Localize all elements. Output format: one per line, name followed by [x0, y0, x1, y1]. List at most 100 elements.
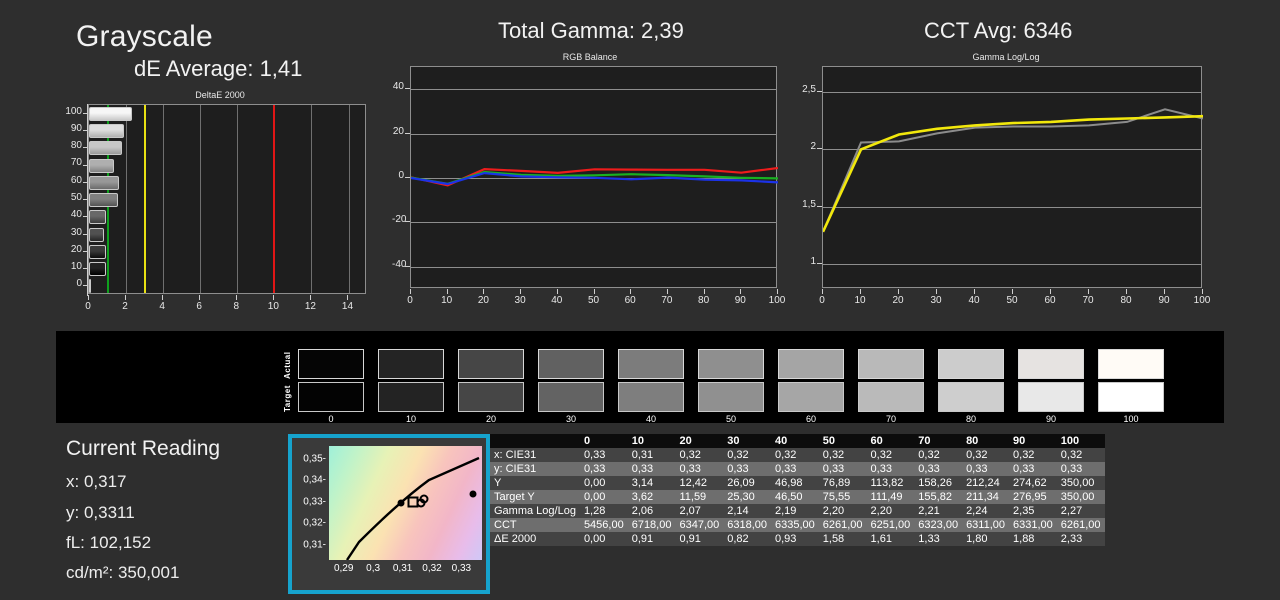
current-reading-y: y: 0,3311 — [66, 503, 135, 522]
gamma-x-tick: 80 — [1120, 295, 1132, 306]
table-cell: 274,62 — [1009, 476, 1057, 490]
table-cell: 0,33 — [914, 462, 963, 476]
table-cell: 155,82 — [914, 490, 963, 504]
deltae-y-tick: 0 — [76, 278, 82, 290]
table-cell: 1,33 — [914, 532, 963, 546]
rgb-y-tick: 40 — [392, 81, 404, 93]
current-reading-fl: fL: 102,152 — [66, 533, 152, 552]
patch-actual — [378, 349, 444, 379]
gridline-vertical — [126, 105, 128, 293]
table-cell: 1,28 — [579, 504, 628, 518]
table-cell: 111,49 — [866, 490, 915, 504]
patch-target — [458, 382, 524, 412]
table-column-header: 90 — [1009, 434, 1057, 448]
gamma-x-tick: 90 — [1158, 295, 1170, 306]
gamma-x-tickmark — [1126, 289, 1127, 294]
table-cell: 6251,00 — [866, 518, 915, 532]
patch-target — [298, 382, 364, 412]
deltae-y-tick: 10 — [70, 261, 82, 273]
table-cell: 0,82 — [723, 532, 771, 546]
gamma-x-tickmark — [936, 289, 937, 294]
table-cell: 1,61 — [866, 532, 915, 546]
table-cell: 0,33 — [771, 462, 819, 476]
table-row: Target Y 0,00 3,62 11,59 25,30 46,50 75,55 111,… — [490, 490, 1105, 504]
patch-level-label: 20 — [485, 414, 496, 424]
cie-chromaticity-chart[interactable]: 0,35- 0,34- 0,33- 0,32- 0,31- 0,29 0,3 0,31 0,32… — [288, 434, 490, 594]
patch-level-label: 30 — [565, 414, 576, 424]
patch-target — [1098, 382, 1164, 412]
table-cell: 0,31 — [627, 448, 676, 462]
gamma-y-tick: 1,5 — [802, 198, 816, 210]
table-row-label: y: CIE31 — [490, 462, 580, 476]
table-body: x: CIE31 0,33 0,31 0,32 0,32 0,32 0,32 0,32 0,32… — [490, 448, 1105, 546]
gamma-x-tick: 100 — [1193, 295, 1211, 306]
deltae-y-tick: 50 — [70, 192, 82, 203]
deltae-y-tick: 70 — [70, 157, 82, 169]
gamma-loglog-chart-title: Gamma Log/Log — [972, 52, 1040, 62]
table-cell: 212,24 — [962, 476, 1010, 490]
deltae-x-tick: 4 — [159, 301, 165, 312]
rgb-x-tickmark — [520, 289, 522, 294]
deltae-x-tickmark — [199, 295, 201, 300]
rgb-x-tickmark — [593, 289, 595, 294]
rgb-x-tick: 100 — [768, 295, 786, 306]
table-row-label: Y — [490, 476, 580, 490]
rgb-x-tick: 10 — [441, 295, 453, 306]
table-cell: 6311,00 — [962, 518, 1010, 532]
cie-x-tick: 0,31 — [392, 563, 413, 574]
gamma-x-tickmark — [898, 289, 899, 294]
cie-y-tick: 0,34- — [303, 474, 326, 486]
deltae-x-tick: 8 — [233, 301, 240, 312]
rgb-series-layer — [411, 166, 778, 187]
patch-actual — [858, 349, 924, 379]
rgb-y-tickmark — [405, 177, 410, 178]
rgb-x-tick: 40 — [551, 295, 563, 306]
deltae-bar — [89, 106, 133, 121]
table-cell: 0,00 — [579, 490, 628, 504]
deltae-x-tickmark — [310, 295, 312, 300]
patch-level-label: 100 — [1123, 414, 1139, 424]
gamma-loglog-plot-area — [822, 66, 1203, 288]
deltae-bar — [89, 227, 105, 242]
deltae-x-tickmark — [88, 295, 89, 300]
table-column-header: 20 — [675, 434, 724, 448]
gamma-x-tick: 20 — [892, 295, 904, 306]
rgb-x-tickmark — [666, 289, 668, 294]
gamma-y-tickmark — [817, 148, 822, 150]
table-cell: 6318,00 — [723, 518, 771, 532]
table-header-row: 0 10 20 30 40 50 60 70 80 90 100 — [490, 434, 1105, 448]
patch-target — [1018, 382, 1084, 412]
gamma-x-tick: 40 — [968, 295, 980, 306]
deltae-x-tick: 14 — [341, 301, 354, 312]
gridline-vertical — [163, 105, 165, 293]
deltae-y-tick: 100 — [65, 105, 82, 117]
rgb-balance-plot-area — [410, 66, 778, 288]
table-cell: 350,00 — [1056, 476, 1105, 490]
table-cell: 3,62 — [627, 490, 676, 504]
patch-level-label: 80 — [965, 414, 976, 424]
table-cell: 2,24 — [962, 504, 1010, 518]
table-cell: 1,88 — [1009, 532, 1057, 546]
table-row-label: Target Y — [490, 490, 580, 504]
current-reading-x: x: 0,317 — [66, 472, 127, 491]
table-cell: 0,32 — [675, 448, 724, 462]
cie-plot-area: 0,35- 0,34- 0,33- 0,32- 0,31- 0,29 0,3 0,31 0,32… — [303, 446, 482, 574]
patch-level-label: 90 — [1045, 414, 1056, 424]
patch-actual — [698, 349, 764, 379]
patch-actual — [618, 349, 684, 379]
table-column-header: 10 — [627, 434, 676, 448]
table-cell: 0,33 — [627, 462, 676, 476]
locus-path — [346, 456, 480, 560]
cie-x-tick: 0,29 — [333, 563, 354, 574]
patch-target — [858, 382, 924, 412]
table-cell: 0,32 — [914, 448, 963, 462]
patch-level-label: 70 — [885, 414, 896, 424]
gamma-x-tickmark — [1050, 289, 1051, 294]
patch-row-label-actual: Actual — [283, 351, 292, 379]
deltae-y-tick: 90 — [70, 122, 82, 134]
gamma-x-tickmark — [822, 289, 823, 294]
deltae-bar — [89, 244, 106, 259]
cie-y-tick: 0,35- — [303, 453, 326, 465]
rgb-balance-chart-title: RGB Balance — [562, 52, 618, 62]
patch-target — [538, 382, 604, 412]
